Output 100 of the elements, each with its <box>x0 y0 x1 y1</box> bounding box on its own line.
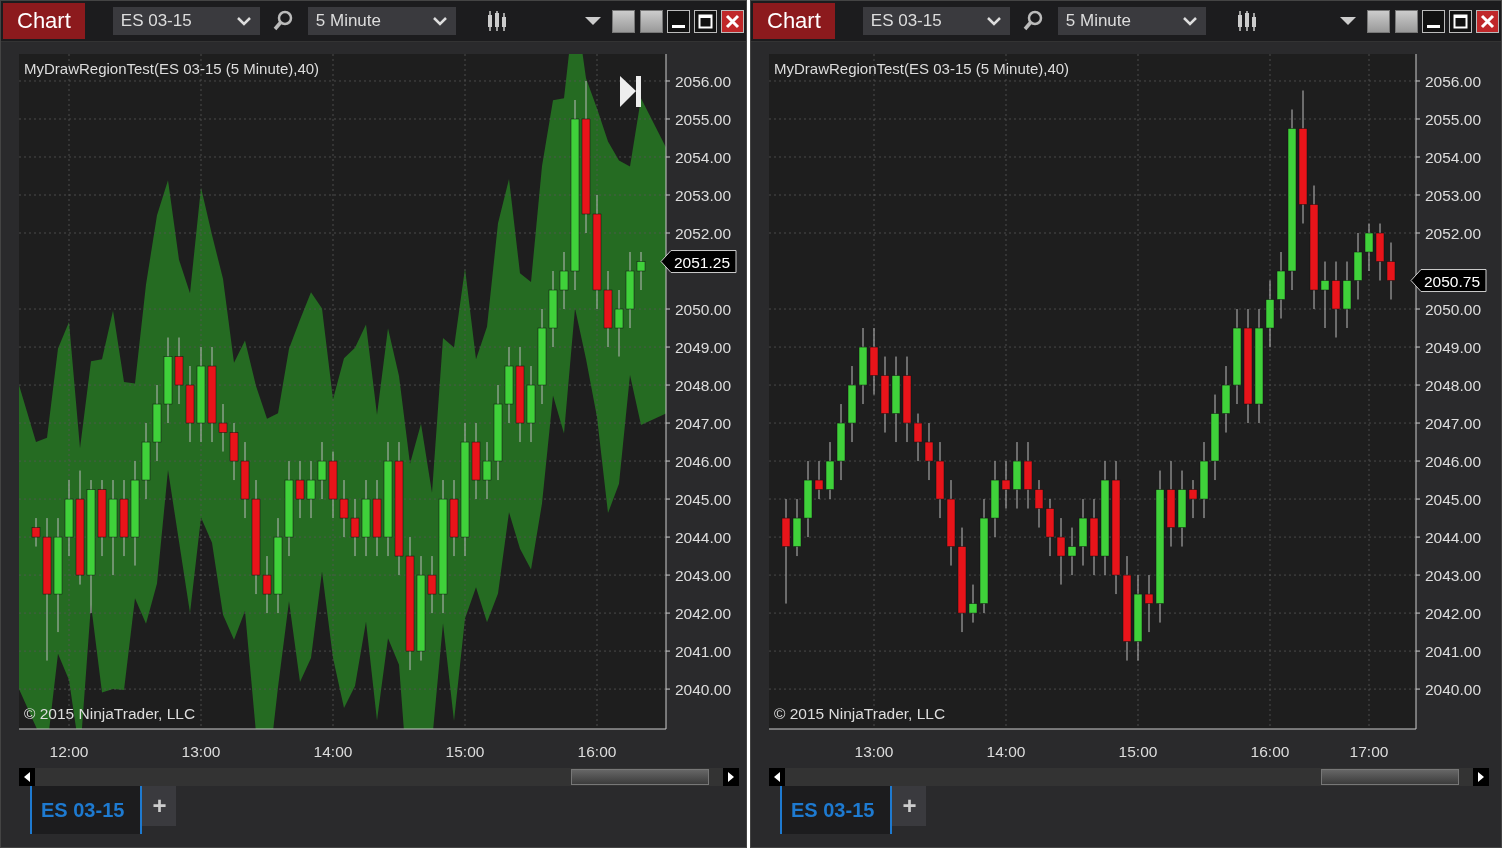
candlestick <box>1023 441 1033 510</box>
instrument-tab[interactable]: ES 03-15 <box>780 786 893 834</box>
add-tab-button[interactable]: + <box>892 786 927 826</box>
candlestick <box>1386 242 1396 300</box>
price-label: 2050.00 <box>675 301 732 319</box>
indicator-label: MyDrawRegionTest(ES 03-15 (5 Minute),40) <box>774 60 1070 77</box>
price-label: 2049.00 <box>675 339 732 357</box>
close-button[interactable] <box>1476 9 1499 33</box>
candlestick <box>1353 232 1363 300</box>
time-label: 14:00 <box>986 743 1026 760</box>
candlestick-icon[interactable] <box>1235 10 1258 32</box>
instrument-dropdown[interactable]: ES 03-15 <box>112 7 260 35</box>
candlestick-icon[interactable] <box>485 10 508 32</box>
time-label: 16:00 <box>1250 743 1290 760</box>
scroll-right-button[interactable] <box>723 768 739 786</box>
scroll-left-button[interactable] <box>19 768 35 786</box>
candlestick <box>1078 498 1088 567</box>
caret-down-icon[interactable] <box>585 16 601 26</box>
scroll-right-button[interactable] <box>1473 768 1489 786</box>
right-triangle-icon <box>1478 772 1484 782</box>
time-label: 17:00 <box>1349 743 1389 760</box>
price-label: 2047.00 <box>675 415 732 433</box>
close-icon <box>725 13 740 29</box>
price-label: 2050.00 <box>1425 301 1482 319</box>
candlestick <box>1012 441 1022 510</box>
price-label: 2043.00 <box>675 567 732 585</box>
scrollbar-thumb[interactable] <box>1321 769 1459 785</box>
minimize-button[interactable] <box>667 9 690 33</box>
close-icon <box>1480 13 1495 29</box>
last-price-badge: 2051.25 <box>660 250 737 273</box>
maximize-icon <box>1453 13 1468 29</box>
toolbar-button[interactable] <box>640 9 663 33</box>
candlestick <box>350 498 360 557</box>
price-label: 2053.00 <box>1425 187 1482 204</box>
price-label: 2054.00 <box>675 149 732 166</box>
price-label: 2040.00 <box>675 681 732 699</box>
time-label: 16:00 <box>577 743 617 760</box>
time-label: 13:00 <box>854 743 894 760</box>
candlestick <box>229 422 239 481</box>
interval-dropdown[interactable]: 5 Minute <box>307 7 456 35</box>
price-label: 2041.00 <box>1425 643 1482 661</box>
toolbar-button[interactable] <box>1395 9 1418 33</box>
candlestick <box>1045 498 1055 557</box>
price-label: 2044.00 <box>675 529 732 547</box>
price-label: 2056.00 <box>675 73 732 90</box>
search-icon[interactable] <box>271 10 294 32</box>
price-label: 2048.00 <box>675 377 732 395</box>
chevron-icon <box>1181 16 1198 26</box>
maximize-button[interactable] <box>1449 9 1472 33</box>
minimize-button[interactable] <box>1422 9 1445 33</box>
price-label: 2044.00 <box>1425 529 1482 547</box>
price-label: 2053.00 <box>675 187 732 204</box>
time-label: 15:00 <box>445 743 485 760</box>
candlestick <box>328 451 338 519</box>
add-tab-button[interactable]: + <box>142 786 177 826</box>
candlestick <box>317 441 327 500</box>
left-triangle-icon <box>24 772 30 782</box>
price-label: 2045.00 <box>675 491 732 509</box>
interval-dropdown[interactable]: 5 Minute <box>1057 7 1206 35</box>
price-label: 2045.00 <box>1425 491 1482 509</box>
right-triangle-icon <box>728 772 734 782</box>
indicator-label: MyDrawRegionTest(ES 03-15 (5 Minute),40) <box>24 60 320 77</box>
candlestick <box>1375 223 1385 281</box>
price-label: 2056.00 <box>1425 73 1482 90</box>
candlestick <box>339 479 349 538</box>
instrument-dropdown[interactable]: ES 03-15 <box>862 7 1010 35</box>
price-label: 2047.00 <box>1425 415 1482 433</box>
time-label: 14:00 <box>313 743 353 760</box>
candlestick <box>1067 527 1077 576</box>
price-label: 2040.00 <box>1425 681 1482 699</box>
price-label: 2042.00 <box>675 605 732 623</box>
instrument-tab[interactable]: ES 03-15 <box>30 786 143 834</box>
time-label: 13:00 <box>181 743 221 760</box>
chevron-icon <box>431 16 448 26</box>
search-icon[interactable] <box>1021 10 1044 32</box>
price-label: 2054.00 <box>1425 149 1482 166</box>
price-label: 2049.00 <box>1425 339 1482 357</box>
toolbar-button[interactable] <box>612 9 635 33</box>
time-label: 12:00 <box>49 743 89 760</box>
candlestick <box>1342 261 1352 329</box>
time-label: 15:00 <box>1118 743 1158 760</box>
price-label: 2048.00 <box>1425 377 1482 395</box>
copyright-text: © 2015 NinjaTrader, LLC <box>774 705 946 722</box>
caret-down-icon[interactable] <box>1340 16 1356 26</box>
price-label: 2046.00 <box>1425 453 1482 471</box>
scroll-to-end-icon[interactable] <box>620 76 641 107</box>
scrollbar-thumb[interactable] <box>571 769 709 785</box>
toolbar-button[interactable] <box>1367 9 1390 33</box>
price-label: 2043.00 <box>1425 567 1482 585</box>
candlestick <box>174 337 184 405</box>
price-label: 2042.00 <box>1425 605 1482 623</box>
scroll-left-button[interactable] <box>769 768 785 786</box>
last-price-badge: 2050.75 <box>1410 269 1487 292</box>
price-label: 2046.00 <box>675 453 732 471</box>
chevron-icon <box>985 16 1002 26</box>
candlestick <box>1056 517 1066 586</box>
price-label: 2055.00 <box>1425 111 1482 128</box>
close-button[interactable] <box>721 9 744 33</box>
candlestick <box>306 460 316 519</box>
maximize-button[interactable] <box>694 9 717 33</box>
